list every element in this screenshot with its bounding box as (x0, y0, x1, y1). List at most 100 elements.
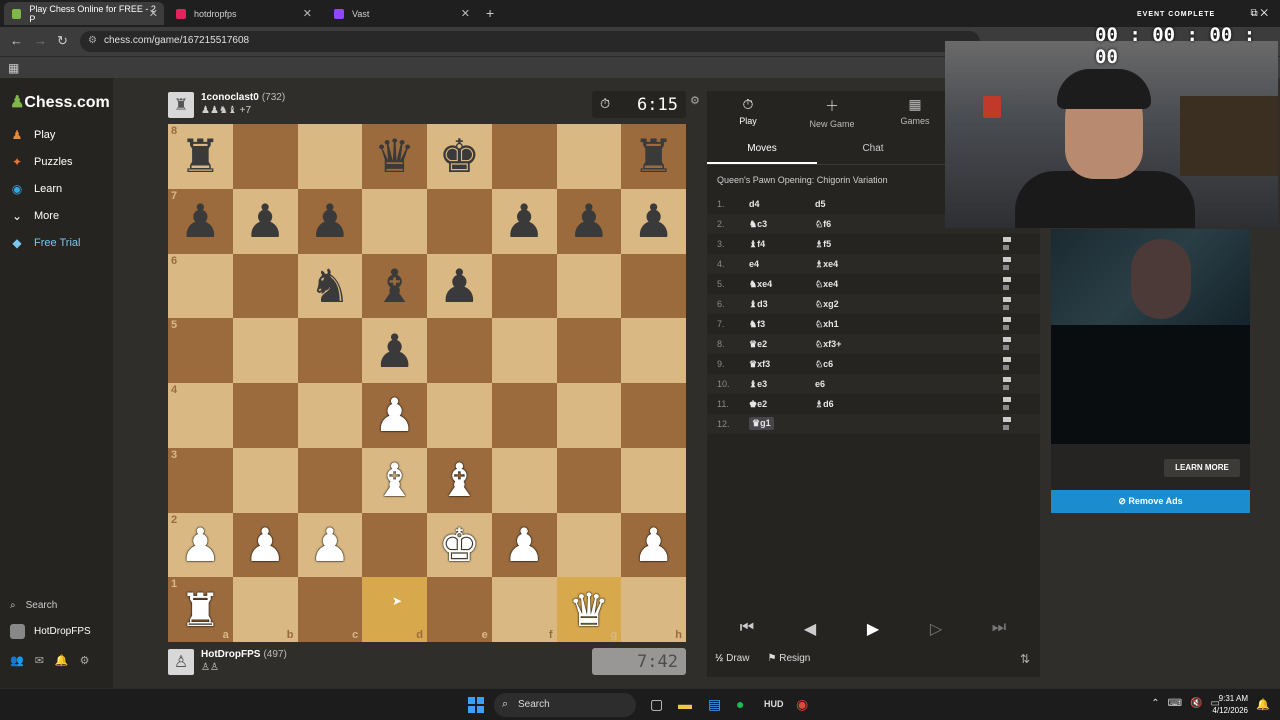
white-move[interactable]: ♝e3 (749, 379, 767, 390)
white-pawn-icon[interactable]: ♟ (245, 522, 286, 568)
square-e8[interactable]: ♚ (427, 124, 492, 189)
square-c6[interactable]: ♞ (297, 253, 363, 319)
square-f4[interactable] (491, 383, 557, 448)
learn-more-button[interactable]: LEARN MORE (1164, 459, 1240, 477)
square-h2[interactable]: ♟ (621, 512, 686, 578)
tab-games[interactable]: ▦ Games (875, 96, 955, 126)
player-name[interactable]: 1conoclast0 (201, 92, 259, 103)
black-move[interactable]: ♘xe4 (815, 279, 838, 290)
close-tab-icon[interactable]: ✕ (149, 7, 158, 20)
square-e2[interactable]: ♚ (427, 512, 492, 578)
browser-tab-chess[interactable]: Play Chess Online for FREE - 2 P ✕ (4, 2, 164, 25)
square-f8[interactable] (491, 124, 557, 189)
white-move[interactable]: ♚e2 (749, 399, 767, 410)
chrome-icon[interactable]: ◉ (796, 696, 808, 713)
black-move[interactable]: d5 (815, 199, 826, 209)
sidebar-item-play[interactable]: ♟ Play (10, 128, 56, 142)
square-d8[interactable]: ♛ (362, 124, 427, 189)
square-h1[interactable]: h (621, 577, 686, 642)
avatar[interactable]: ♙ (168, 649, 194, 675)
reload-icon[interactable]: ↻ (57, 33, 68, 49)
url-field[interactable]: ⚙ chess.com/game/167215517608 (80, 31, 980, 52)
square-g1[interactable]: g ♛ (556, 577, 622, 642)
sidebar-user[interactable]: HotDropFPS (10, 624, 91, 639)
network-icon[interactable]: ⌨ (1168, 698, 1182, 709)
square-d1[interactable]: d (362, 577, 427, 642)
sidebar-item-more[interactable]: ⌄ More (10, 209, 59, 223)
taskbar-clock[interactable]: 9:31 AM 4/12/2026 (1212, 693, 1248, 717)
square-a2[interactable]: 2 ♟ (168, 512, 233, 578)
close-tab-icon[interactable]: ✕ (461, 7, 470, 20)
square-a6[interactable]: 6 (168, 253, 233, 319)
sidebar-item-puzzles[interactable]: ✦ Puzzles (10, 155, 73, 169)
square-b1[interactable]: b (232, 577, 298, 642)
square-f7[interactable]: ♟ (491, 188, 557, 254)
black-queen-icon[interactable]: ♛ (374, 133, 415, 179)
square-b5[interactable] (232, 318, 298, 383)
close-tab-icon[interactable]: ✕ (303, 7, 312, 20)
tab-play[interactable]: ⏱ Play (708, 96, 788, 126)
square-c8[interactable] (297, 124, 363, 189)
black-move[interactable]: ♗d6 (815, 399, 834, 410)
taskbar-search[interactable]: ⌕ Search (494, 693, 636, 717)
browser-tab-hotdropfps[interactable]: hotdropfps ✕ (168, 2, 318, 25)
mail-icon[interactable]: ✉ (35, 654, 44, 667)
black-move[interactable]: ♘xh1 (815, 319, 839, 330)
hud-app-icon[interactable]: HUD (764, 699, 784, 709)
white-move[interactable]: ♝d3 (749, 299, 768, 310)
play-button[interactable]: ▶ (843, 613, 903, 643)
white-move[interactable]: ♛xf3 (749, 359, 770, 370)
notification-bell-icon[interactable]: 🔔 (1256, 698, 1270, 711)
black-pawn-icon[interactable]: ♟ (309, 198, 350, 244)
black-move[interactable]: ♗f5 (815, 239, 831, 250)
avatar[interactable]: ♜ (168, 92, 194, 118)
square-f3[interactable] (491, 447, 557, 513)
chess-board[interactable]: 8 ♜ ♛ ♚ ♜ 7 ♟ ♟ ♟ ♟ ♟ ♟ 6 ♞ ♝ ♟ 5 ♟ 4 ♟ 3 ♝ ♝ 2 ♟ ♟ ♟ ♚ ♟ ♟ 1 a ♜ b c d e f g ♛… (168, 124, 686, 642)
square-g4[interactable] (556, 383, 622, 448)
white-bishop-icon[interactable]: ♝ (374, 457, 415, 503)
square-g7[interactable]: ♟ (556, 188, 622, 254)
apps-grid-icon[interactable]: ▦ (8, 61, 19, 75)
square-c3[interactable] (297, 447, 363, 513)
white-pawn-icon[interactable]: ♟ (633, 522, 674, 568)
close-icon[interactable]: ✕ (1260, 8, 1268, 19)
square-d7[interactable] (362, 188, 427, 254)
square-e5[interactable] (427, 318, 492, 383)
white-move[interactable]: ♛g1 (749, 417, 774, 430)
black-knight-icon[interactable]: ♞ (309, 263, 350, 309)
black-pawn-icon[interactable]: ♟ (568, 198, 609, 244)
white-pawn-icon[interactable]: ♟ (374, 392, 415, 438)
sidebar-search[interactable]: ⌕ Search (10, 600, 57, 611)
last-move-button[interactable]: ⏭ (969, 613, 1029, 643)
square-e3[interactable]: ♝ (427, 447, 492, 513)
black-pawn-icon[interactable]: ♟ (439, 263, 480, 309)
opening-name[interactable]: Queen's Pawn Opening: Chigorin Variation (717, 175, 888, 185)
square-d6[interactable]: ♝ (362, 253, 427, 319)
white-pawn-icon[interactable]: ♟ (504, 522, 545, 568)
new-tab-icon[interactable]: + (486, 5, 494, 21)
gear-icon[interactable]: ⚙ (80, 654, 90, 667)
forward-arrow-icon[interactable]: → (34, 33, 47, 48)
square-d2[interactable] (362, 512, 427, 578)
white-king-icon[interactable]: ♚ (439, 522, 480, 568)
white-move[interactable]: ♝f4 (749, 239, 765, 250)
square-c4[interactable] (297, 383, 363, 448)
bell-icon[interactable]: 🔔 (55, 654, 69, 667)
notepad-icon[interactable]: ▤ (708, 696, 721, 713)
popout-icon[interactable]: ⧉ (1250, 8, 1257, 19)
black-move[interactable]: ♘f6 (815, 219, 831, 230)
square-b7[interactable]: ♟ (232, 188, 298, 254)
black-pawn-icon[interactable]: ♟ (180, 198, 221, 244)
sidebar-item-free-trial[interactable]: ◆ Free Trial (10, 236, 80, 250)
square-a4[interactable]: 4 (168, 383, 233, 448)
windows-start-icon[interactable] (468, 697, 484, 713)
black-rook-icon[interactable]: ♜ (633, 133, 674, 179)
square-b6[interactable] (232, 253, 298, 319)
white-move[interactable]: e4 (749, 259, 759, 269)
flip-board-icon[interactable]: ⇅ (1020, 652, 1030, 666)
square-f1[interactable]: f (491, 577, 557, 642)
square-c5[interactable] (297, 318, 363, 383)
site-info-icon[interactable]: ⚙ (88, 35, 97, 46)
square-g5[interactable] (556, 318, 622, 383)
chevron-up-icon[interactable]: ⌃ (1151, 698, 1159, 709)
